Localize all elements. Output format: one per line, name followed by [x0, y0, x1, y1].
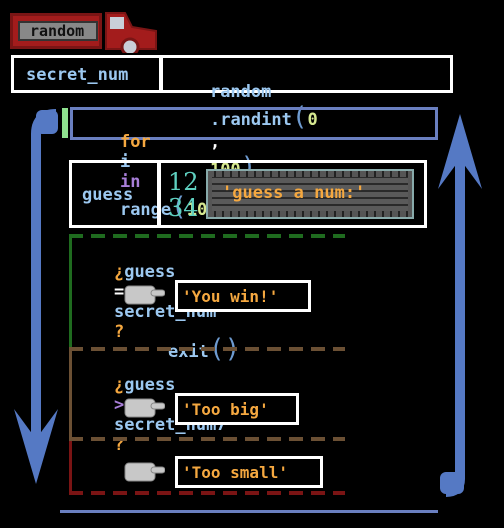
- input-call-box[interactable]: 12 34 'guess a num:': [157, 160, 427, 228]
- random-module-block[interactable]: random: [10, 9, 160, 53]
- prompt-keyboard[interactable]: 'guess a num:': [206, 169, 414, 219]
- module-label: random: [30, 22, 85, 40]
- assign-value-box[interactable]: random .randint(0 , 100): [160, 55, 453, 182]
- number-input-icon: 12 34: [168, 169, 204, 223]
- pointing-hand-icon: [124, 462, 165, 482]
- if-lhs: guess: [124, 262, 176, 282]
- elif-block: ¿guess > secret_num7 ? 'Too big': [69, 347, 345, 455]
- loop-marker: [62, 108, 68, 138]
- input-variable-box[interactable]: guess: [69, 160, 161, 228]
- for-loop-header[interactable]: for i in range(10): [70, 107, 438, 222]
- keyword-for: for: [119, 132, 151, 152]
- if-question-open: ¿: [113, 262, 125, 282]
- prompt-string: 'guess a num:': [222, 183, 366, 203]
- say-bubble[interactable]: 'Too small': [175, 456, 323, 488]
- module-name: random: [209, 82, 272, 102]
- say-bubble[interactable]: 'You win!': [175, 280, 311, 312]
- say-text: 'Too small': [182, 462, 288, 482]
- else-block: 'Too small': [69, 437, 345, 495]
- icon-digits-bottom: 34: [168, 194, 199, 222]
- if-question-close: ?: [113, 322, 125, 342]
- assign-variable-name: secret_num: [26, 65, 129, 85]
- elif-lhs: guess: [124, 375, 176, 395]
- input-variable-name: guess: [82, 185, 134, 205]
- pointing-hand-icon: [124, 398, 165, 418]
- say-bubble[interactable]: 'Too big': [175, 393, 299, 425]
- elif-question-open: ¿: [113, 375, 125, 395]
- assign-variable-box[interactable]: secret_num: [11, 55, 162, 93]
- say-text: 'You win!': [182, 286, 279, 306]
- icon-digits-top: 12: [168, 168, 199, 196]
- pointing-hand-icon: [124, 285, 165, 305]
- say-text: 'Too big': [182, 399, 269, 419]
- if-block: ¿guess == secret_num ? 'You win!' exit(): [69, 234, 345, 364]
- loop-down-arrow: [31, 109, 57, 459]
